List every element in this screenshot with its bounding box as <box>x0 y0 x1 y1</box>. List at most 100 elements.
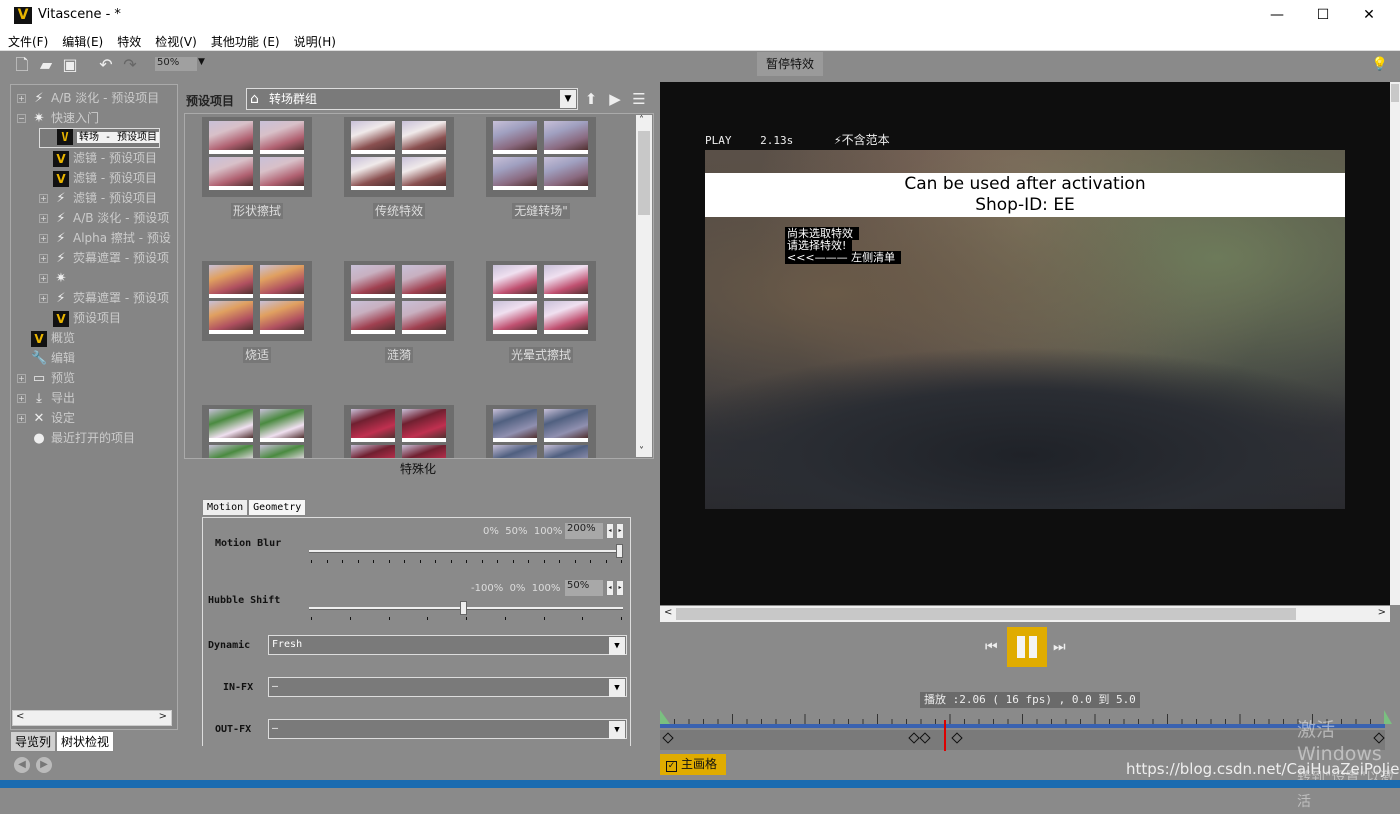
save-icon[interactable]: ▣ <box>60 55 80 75</box>
tree-item[interactable]: + ⤓ 导出 <box>17 388 75 408</box>
tree-view[interactable]: + ⚡ A/B 淡化 - 预设项目 − ✷ 快速入门 V 转场 - 预设项目 V 滤镜 - 预设项… <box>10 84 178 730</box>
slider-handle[interactable] <box>459 601 467 615</box>
expander-icon[interactable]: + <box>17 94 26 103</box>
preset-tile[interactable] <box>344 117 454 197</box>
minimize-button[interactable]: — <box>1254 0 1300 30</box>
tab-navigation[interactable]: 导览列 <box>10 731 57 752</box>
expander-icon[interactable]: + <box>39 294 48 303</box>
slider-handle[interactable] <box>616 544 623 558</box>
close-button[interactable]: ✕ <box>1346 0 1392 30</box>
redo-icon[interactable]: ↷ <box>120 55 140 75</box>
pause-button[interactable] <box>1007 627 1047 667</box>
scrollbar-thumb[interactable] <box>676 608 1296 620</box>
tree-item[interactable]: V 概览 <box>17 328 75 348</box>
menu-other[interactable]: 其他功能 (E) <box>203 30 286 50</box>
timeline-track[interactable] <box>660 724 1385 728</box>
expander-icon[interactable]: + <box>39 254 48 263</box>
keyframe-marker[interactable] <box>951 732 963 744</box>
motion-blur-value[interactable]: 200% <box>565 523 603 539</box>
scrollbar-thumb[interactable] <box>638 131 650 215</box>
lightbulb-icon[interactable]: 💡 <box>1370 55 1390 75</box>
tree-horizontal-scrollbar[interactable]: < > <box>12 710 172 726</box>
list-view-icon[interactable]: ☰ <box>630 90 648 108</box>
tree-item[interactable]: + ▭ 预览 <box>17 368 75 388</box>
expander-icon[interactable]: + <box>17 414 26 423</box>
preset-group-select[interactable]: ⌂ 转场群组 ▼ <box>246 88 578 110</box>
tree-item[interactable]: V 滤镜 - 预设项目 <box>39 148 157 168</box>
arrow-up-icon[interactable]: ⬆ <box>582 90 600 108</box>
pause-effects-button[interactable]: 暂停特效 <box>757 52 823 76</box>
preset-tile[interactable] <box>344 405 454 458</box>
chevron-down-icon[interactable]: ▼ <box>609 721 625 739</box>
tree-item[interactable]: V 预设项目 <box>39 308 121 328</box>
expander-icon[interactable]: + <box>39 194 48 203</box>
preset-tile[interactable] <box>344 261 454 341</box>
keyframe-marker[interactable] <box>662 732 674 744</box>
hubble-shift-value[interactable]: 50% <box>565 580 603 596</box>
timeline[interactable] <box>660 710 1392 752</box>
preset-tile[interactable] <box>202 405 312 458</box>
dynamic-select[interactable]: Fresh ▼ <box>268 635 627 655</box>
tree-item[interactable]: − ✷ 快速入门 <box>17 108 99 128</box>
tree-item[interactable]: + ⚡ A/B 淡化 - 预设项 <box>39 208 169 228</box>
play-icon[interactable]: ▶ <box>606 90 624 108</box>
chevron-down-icon[interactable]: ▼ <box>560 90 576 108</box>
in-fx-select[interactable]: — ▼ <box>268 677 627 697</box>
undo-icon[interactable]: ↶ <box>96 55 116 75</box>
open-folder-icon[interactable]: ▰ <box>36 55 56 75</box>
zoom-select[interactable]: 50% <box>155 57 197 71</box>
maximize-button[interactable]: ☐ <box>1300 0 1346 30</box>
scrollbar-thumb[interactable] <box>1391 84 1399 102</box>
tree-item[interactable]: V 转场 - 预设项目 <box>39 128 161 148</box>
out-fx-select[interactable]: — ▼ <box>268 719 627 739</box>
decrement-button[interactable]: ◂ <box>606 580 614 596</box>
preview-horizontal-scrollbar[interactable]: < > <box>660 606 1390 622</box>
motion-blur-slider[interactable] <box>309 550 623 553</box>
preset-tile[interactable] <box>486 117 596 197</box>
increment-button[interactable]: ▸ <box>616 523 624 539</box>
back-icon[interactable]: ◀ <box>14 757 30 773</box>
decrement-button[interactable]: ◂ <box>606 523 614 539</box>
tree-item[interactable]: + ⚡ Alpha 擦拭 - 预设 <box>39 228 171 248</box>
expander-icon[interactable]: + <box>39 234 48 243</box>
tree-item[interactable]: + ✷ <box>39 268 73 288</box>
master-grid-checkbox[interactable]: ✓ 主画格 <box>660 754 726 775</box>
new-file-icon[interactable]: 🗋 <box>12 55 32 75</box>
preset-tile[interactable] <box>202 261 312 341</box>
tab-tree-view[interactable]: 树状检视 <box>56 731 115 752</box>
chevron-down-icon[interactable]: ▼ <box>609 637 625 655</box>
skip-back-icon[interactable]: ⏮ <box>985 639 998 655</box>
tree-item[interactable]: + ⚡ 荧幕遮罩 - 预设项 <box>39 288 169 308</box>
chevron-down-icon[interactable]: ▼ <box>609 679 625 697</box>
playhead[interactable] <box>943 720 946 751</box>
tree-item[interactable]: + ⚡ 滤镜 - 预设项目 <box>39 188 157 208</box>
preset-tile[interactable] <box>486 405 596 458</box>
tree-item[interactable]: + ⚡ A/B 淡化 - 预设项目 <box>17 88 159 108</box>
keyframe-row[interactable] <box>660 730 1385 750</box>
expander-icon[interactable]: + <box>17 394 26 403</box>
chevron-down-icon[interactable]: ▼ <box>198 57 205 67</box>
menu-help[interactable]: 说明(H) <box>286 30 342 50</box>
menu-effects[interactable]: 特效 <box>109 30 147 50</box>
tab-motion[interactable]: Motion <box>202 499 249 516</box>
preview-vertical-scrollbar[interactable] <box>1390 82 1400 605</box>
skip-forward-icon[interactable]: ⏭ <box>1053 639 1066 655</box>
checkbox-icon[interactable]: ✓ <box>666 761 677 772</box>
keyframe-marker[interactable] <box>919 732 932 744</box>
start-marker[interactable] <box>660 710 670 724</box>
forward-icon[interactable]: ▶ <box>36 757 52 773</box>
expander-icon[interactable]: + <box>39 214 48 223</box>
menu-edit[interactable]: 编辑(E) <box>54 30 109 50</box>
menu-file[interactable]: 文件(F) <box>0 30 54 50</box>
tree-item[interactable]: ● 最近打开的项目 <box>17 428 135 448</box>
expander-icon[interactable]: + <box>39 274 48 283</box>
increment-button[interactable]: ▸ <box>616 580 624 596</box>
expander-icon[interactable]: + <box>17 374 26 383</box>
tab-geometry[interactable]: Geometry <box>248 499 307 516</box>
preset-tile[interactable] <box>202 117 312 197</box>
preset-vertical-scrollbar[interactable]: ˄ ˅ <box>636 115 652 457</box>
tree-item[interactable]: + ⚡ 荧幕遮罩 - 预设项 <box>39 248 169 268</box>
tree-item[interactable]: 🔧 编辑 <box>17 348 75 368</box>
keyframe-marker[interactable] <box>908 732 920 744</box>
expander-icon[interactable]: − <box>17 114 26 123</box>
